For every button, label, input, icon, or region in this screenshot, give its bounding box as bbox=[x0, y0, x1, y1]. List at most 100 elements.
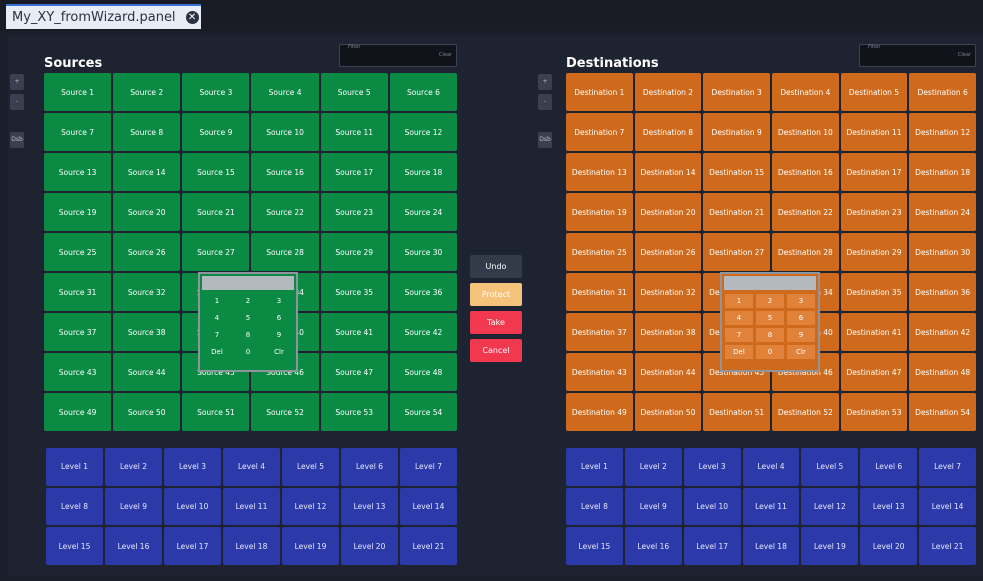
source-button[interactable]: Source 35 bbox=[320, 273, 388, 311]
level-button[interactable]: Level 8 bbox=[566, 487, 623, 526]
destination-button[interactable]: Destination 20 bbox=[634, 193, 702, 231]
keypad-key[interactable]: 3 bbox=[787, 294, 815, 308]
source-button[interactable]: Source 13 bbox=[44, 153, 112, 191]
level-button[interactable]: Level 20 bbox=[341, 527, 398, 565]
keypad-key[interactable]: 7 bbox=[203, 328, 231, 342]
source-button[interactable]: Source 54 bbox=[389, 393, 457, 431]
cancel-button[interactable]: Cancel bbox=[470, 339, 522, 362]
sources-remove-button[interactable]: - bbox=[10, 94, 24, 110]
keypad-key[interactable]: Del bbox=[203, 345, 231, 359]
source-button[interactable]: Source 30 bbox=[389, 233, 457, 271]
destination-button[interactable]: Destination 10 bbox=[771, 113, 839, 151]
level-button[interactable]: Level 19 bbox=[801, 527, 859, 565]
source-button[interactable]: Source 37 bbox=[44, 313, 112, 351]
source-button[interactable]: Source 24 bbox=[389, 193, 457, 231]
level-button[interactable]: Level 17 bbox=[164, 527, 221, 565]
source-button[interactable]: Source 3 bbox=[182, 73, 250, 111]
destination-button[interactable]: Destination 29 bbox=[840, 233, 908, 271]
level-button[interactable]: Level 11 bbox=[742, 487, 800, 526]
destination-button[interactable]: Destination 47 bbox=[840, 353, 908, 391]
level-button[interactable]: Level 14 bbox=[400, 487, 457, 526]
level-button[interactable]: Level 8 bbox=[46, 487, 103, 526]
level-button[interactable]: Level 4 bbox=[742, 448, 800, 486]
source-button[interactable]: Source 1 bbox=[44, 73, 112, 111]
destinations-filter-clear-button[interactable]: Clear bbox=[958, 52, 971, 58]
destinations-filter-input[interactable]: Filter Clear bbox=[859, 44, 976, 67]
keypad-key[interactable]: 1 bbox=[203, 294, 231, 308]
keypad-key[interactable]: Clr bbox=[787, 345, 815, 359]
destination-button[interactable]: Destination 22 bbox=[771, 193, 839, 231]
source-button[interactable]: Source 19 bbox=[44, 193, 112, 231]
keypad-key[interactable]: 3 bbox=[265, 294, 293, 308]
source-button[interactable]: Source 18 bbox=[389, 153, 457, 191]
level-button[interactable]: Level 2 bbox=[105, 448, 162, 486]
destination-button[interactable]: Destination 18 bbox=[909, 153, 976, 191]
source-button[interactable]: Source 10 bbox=[251, 113, 319, 151]
source-button[interactable]: Source 17 bbox=[320, 153, 388, 191]
source-button[interactable]: Source 51 bbox=[182, 393, 250, 431]
keypad-key[interactable]: 9 bbox=[787, 328, 815, 342]
destination-button[interactable]: Destination 41 bbox=[840, 313, 908, 351]
level-button[interactable]: Level 3 bbox=[683, 448, 741, 486]
close-icon[interactable]: ✕ bbox=[185, 11, 199, 24]
destination-button[interactable]: Destination 3 bbox=[703, 73, 770, 111]
level-button[interactable]: Level 3 bbox=[164, 448, 221, 486]
level-button[interactable]: Level 17 bbox=[683, 527, 741, 565]
source-button[interactable]: Source 23 bbox=[320, 193, 388, 231]
sources-disable-button[interactable]: Dsb bbox=[10, 132, 24, 148]
destination-button[interactable]: Destination 12 bbox=[909, 113, 976, 151]
take-button[interactable]: Take bbox=[470, 311, 522, 334]
level-button[interactable]: Level 18 bbox=[742, 527, 800, 565]
destination-button[interactable]: Destination 8 bbox=[634, 113, 702, 151]
destinations-disable-button[interactable]: Dsb bbox=[538, 132, 552, 148]
level-button[interactable]: Level 18 bbox=[223, 527, 280, 565]
keypad-key[interactable]: 6 bbox=[265, 311, 293, 325]
destination-button[interactable]: Destination 37 bbox=[566, 313, 633, 351]
destination-button[interactable]: Destination 30 bbox=[909, 233, 976, 271]
level-button[interactable]: Level 2 bbox=[624, 448, 682, 486]
source-button[interactable]: Source 27 bbox=[182, 233, 250, 271]
level-button[interactable]: Level 4 bbox=[223, 448, 280, 486]
destinations-remove-button[interactable]: - bbox=[538, 94, 552, 110]
level-button[interactable]: Level 21 bbox=[919, 527, 976, 565]
destination-button[interactable]: Destination 14 bbox=[634, 153, 702, 191]
destination-button[interactable]: Destination 48 bbox=[909, 353, 976, 391]
destination-button[interactable]: Destination 13 bbox=[566, 153, 633, 191]
level-button[interactable]: Level 20 bbox=[860, 527, 918, 565]
keypad-key[interactable]: 6 bbox=[787, 311, 815, 325]
source-button[interactable]: Source 49 bbox=[44, 393, 112, 431]
destination-button[interactable]: Destination 11 bbox=[840, 113, 908, 151]
level-button[interactable]: Level 9 bbox=[105, 487, 162, 526]
destination-button[interactable]: Destination 19 bbox=[566, 193, 633, 231]
destination-button[interactable]: Destination 5 bbox=[840, 73, 908, 111]
destination-button[interactable]: Destination 6 bbox=[909, 73, 976, 111]
source-button[interactable]: Source 53 bbox=[320, 393, 388, 431]
level-button[interactable]: Level 15 bbox=[566, 527, 623, 565]
keypad-key[interactable]: 0 bbox=[756, 345, 784, 359]
keypad-key[interactable]: 9 bbox=[265, 328, 293, 342]
source-button[interactable]: Source 48 bbox=[389, 353, 457, 391]
source-button[interactable]: Source 20 bbox=[113, 193, 181, 231]
sources-add-button[interactable]: + bbox=[10, 74, 24, 90]
source-button[interactable]: Source 50 bbox=[113, 393, 181, 431]
destination-button[interactable]: Destination 9 bbox=[703, 113, 770, 151]
destination-button[interactable]: Destination 23 bbox=[840, 193, 908, 231]
protect-button[interactable]: Protect bbox=[470, 283, 522, 306]
level-button[interactable]: Level 5 bbox=[282, 448, 339, 486]
destination-button[interactable]: Destination 50 bbox=[634, 393, 702, 431]
level-button[interactable]: Level 13 bbox=[860, 487, 918, 526]
destination-button[interactable]: Destination 36 bbox=[909, 273, 976, 311]
destination-button[interactable]: Destination 54 bbox=[909, 393, 976, 431]
source-button[interactable]: Source 15 bbox=[182, 153, 250, 191]
destination-button[interactable]: Destination 4 bbox=[771, 73, 839, 111]
level-button[interactable]: Level 6 bbox=[341, 448, 398, 486]
destination-button[interactable]: Destination 51 bbox=[703, 393, 770, 431]
keypad-key[interactable]: 8 bbox=[756, 328, 784, 342]
destination-button[interactable]: Destination 17 bbox=[840, 153, 908, 191]
sources-filter-clear-button[interactable]: Clear bbox=[439, 52, 452, 58]
source-button[interactable]: Source 7 bbox=[44, 113, 112, 151]
level-button[interactable]: Level 10 bbox=[164, 487, 221, 526]
destination-button[interactable]: Destination 7 bbox=[566, 113, 633, 151]
destination-button[interactable]: Destination 16 bbox=[771, 153, 839, 191]
source-button[interactable]: Source 26 bbox=[113, 233, 181, 271]
